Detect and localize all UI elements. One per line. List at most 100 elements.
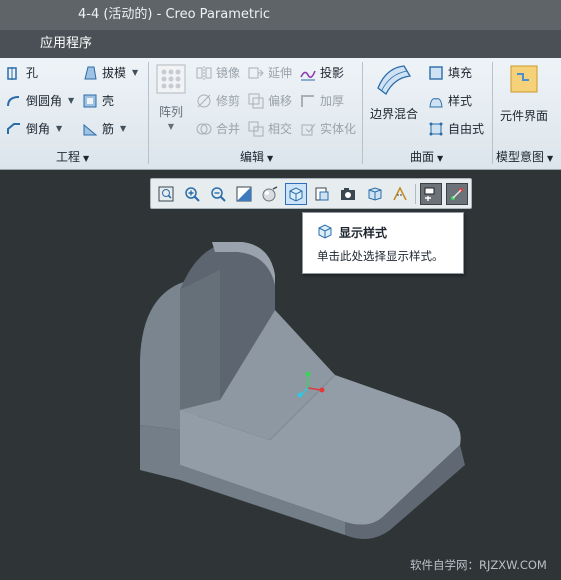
tooltip-display-style: 显示样式 单击此处选择显示样式。 xyxy=(302,212,464,274)
offset-button[interactable]: 偏移 xyxy=(248,92,292,109)
merge-label: 合并 xyxy=(216,122,241,136)
spin-center-icon[interactable] xyxy=(446,182,468,205)
zoom-out-icon[interactable] xyxy=(207,183,229,205)
draft-button[interactable]: 拔模 ▼ xyxy=(82,64,138,81)
hole-label: 孔 xyxy=(26,66,39,80)
shell-button[interactable]: 壳 xyxy=(82,92,114,109)
group-editing-label: 编辑 xyxy=(240,150,265,164)
solidify-button[interactable]: 实体化 xyxy=(300,120,356,137)
rib-button[interactable]: 筋 ▼ xyxy=(82,120,126,137)
style-icon xyxy=(428,93,444,109)
view-toolbar xyxy=(150,178,472,209)
group-model-intent-label: 模型意图 xyxy=(496,150,545,164)
perspective-icon[interactable] xyxy=(363,183,385,205)
tooltip-title: 显示样式 xyxy=(339,226,388,240)
extend-button[interactable]: 延伸 xyxy=(248,64,292,81)
project-label: 投影 xyxy=(320,66,345,80)
thicken-icon xyxy=(300,93,316,109)
pattern-label: 阵列 xyxy=(158,105,183,119)
intersect-icon xyxy=(248,121,264,137)
freestyle-icon xyxy=(428,121,444,137)
chevron-down-icon: ▼ xyxy=(167,122,175,131)
mirror-label: 镜像 xyxy=(216,66,241,80)
group-model-intent[interactable]: 模型意图 ▼ xyxy=(496,148,553,165)
chevron-down-icon[interactable]: ▼ xyxy=(68,96,74,105)
pattern-icon xyxy=(156,64,186,97)
zoom-in-icon[interactable] xyxy=(181,183,203,205)
extend-icon xyxy=(248,65,264,81)
model-geometry[interactable] xyxy=(120,230,480,550)
trim-label: 修剪 xyxy=(216,94,241,108)
watermark: 软件自学网：RJZXW.COM xyxy=(410,558,547,572)
view-manager-icon[interactable] xyxy=(337,183,359,205)
trim-icon xyxy=(196,93,212,109)
trim-button[interactable]: 修剪 xyxy=(196,92,240,109)
intersect-button[interactable]: 相交 xyxy=(248,120,292,137)
chamfer-icon xyxy=(6,121,22,137)
offset-icon xyxy=(248,93,264,109)
round-button[interactable]: 倒圆角 ▼ xyxy=(6,92,74,109)
component-interface-icon xyxy=(507,62,541,99)
refit-icon[interactable] xyxy=(155,183,177,205)
boundary-blend-button[interactable]: 边界混合 xyxy=(370,62,418,122)
style-button[interactable]: 样式 xyxy=(428,92,472,109)
display-style-icon[interactable] xyxy=(285,182,307,205)
hole-icon xyxy=(6,65,22,81)
merge-icon xyxy=(196,121,212,137)
group-editing[interactable]: 编辑 ▼ xyxy=(240,148,273,165)
round-icon xyxy=(6,93,22,109)
datum-display-icon[interactable] xyxy=(420,182,442,205)
extend-label: 延伸 xyxy=(268,66,293,80)
draft-label: 拔模 xyxy=(102,66,127,80)
style-label: 样式 xyxy=(448,94,473,108)
toolbar-divider xyxy=(415,183,416,204)
appearance-icon[interactable] xyxy=(259,183,281,205)
component-interface-button[interactable]: 元件界面 xyxy=(500,62,548,124)
thicken-button[interactable]: 加厚 xyxy=(300,92,344,109)
mirror-button[interactable]: 镜像 xyxy=(196,64,240,81)
annotation-display-icon[interactable] xyxy=(389,183,411,205)
group-engineering[interactable]: 工程 ▼ xyxy=(56,148,89,165)
boundary-blend-label: 边界混合 xyxy=(370,107,419,121)
freestyle-button[interactable]: 自由式 xyxy=(428,120,484,137)
pattern-button[interactable]: 阵列 ▼ xyxy=(156,64,186,131)
chevron-down-icon: ▼ xyxy=(267,154,274,163)
round-label: 倒圆角 xyxy=(26,94,63,108)
fill-button[interactable]: 填充 xyxy=(428,64,472,81)
group-surfaces[interactable]: 曲面 ▼ xyxy=(410,148,443,165)
fill-label: 填充 xyxy=(448,66,473,80)
display-style-icon xyxy=(317,223,333,242)
offset-label: 偏移 xyxy=(268,94,293,108)
inner-face xyxy=(180,270,220,410)
tab-applications[interactable]: 应用程序 xyxy=(40,30,92,58)
solidify-icon xyxy=(300,121,316,137)
chamfer-button[interactable]: 倒角 ▼ xyxy=(6,120,62,137)
chamfer-label: 倒角 xyxy=(26,122,51,136)
group-engineering-label: 工程 xyxy=(56,150,81,164)
group-divider xyxy=(362,62,363,164)
shell-label: 壳 xyxy=(102,94,115,108)
hole-button[interactable]: 孔 xyxy=(6,64,38,81)
fill-icon xyxy=(428,65,444,81)
intersect-label: 相交 xyxy=(268,122,293,136)
saved-orientations-icon[interactable] xyxy=(311,183,333,205)
solidify-label: 实体化 xyxy=(320,122,357,136)
thicken-label: 加厚 xyxy=(320,94,345,108)
chevron-down-icon: ▼ xyxy=(437,154,444,163)
freestyle-label: 自由式 xyxy=(448,122,485,136)
window-title: 4-4 (活动的) - Creo Parametric xyxy=(0,0,561,30)
project-button[interactable]: 投影 xyxy=(300,64,344,81)
rib-icon xyxy=(82,121,98,137)
chevron-down-icon[interactable]: ▼ xyxy=(56,124,62,133)
ribbon: 孔 倒圆角 ▼ 倒角 ▼ 拔模 ▼ 壳 筋 ▼ 工程▼ 阵列 ▼ 镜像 修剪 xyxy=(0,58,561,170)
boundary-blend-icon xyxy=(374,62,414,99)
shell-icon xyxy=(82,93,98,109)
chevron-down-icon[interactable]: ▼ xyxy=(120,124,126,133)
merge-button[interactable]: 合并 xyxy=(196,120,240,137)
rib-label: 筋 xyxy=(102,122,115,136)
chevron-down-icon[interactable]: ▼ xyxy=(132,68,138,77)
chevron-down-icon: ▼ xyxy=(83,154,90,163)
repaint-icon[interactable] xyxy=(233,183,255,205)
group-surfaces-label: 曲面 xyxy=(410,150,435,164)
group-divider xyxy=(148,62,149,164)
